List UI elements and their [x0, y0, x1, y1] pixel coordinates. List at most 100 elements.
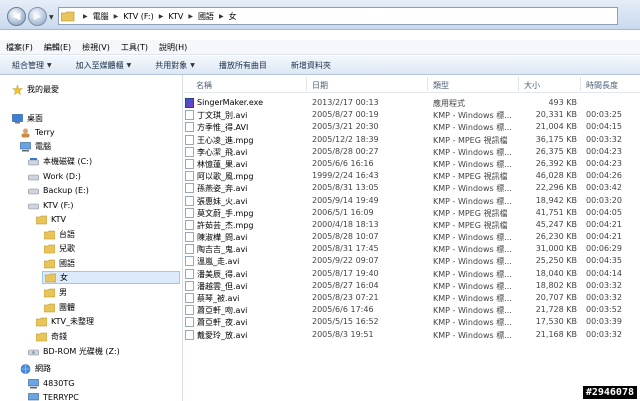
file-row[interactable]: 莫文蔚_手.mpg 2006/5/1 16:09 KMP - MPEG 視訊檔 41,… [184, 207, 640, 219]
file-row[interactable]: 陳淑樺_問.avi 2005/8/28 10:07 KMP - Windows 標.… [184, 231, 640, 243]
video-file-icon [185, 317, 194, 328]
file-row[interactable]: 林憶蓮_果.avi 2005/6/6 16:16 KMP - Windows 標..… [184, 158, 640, 170]
file-row[interactable]: 戴愛玲_放.avi 2005/8/3 19:51 KMP - Windows 標..… [184, 329, 640, 341]
file-date: 2005/8/3 19:51 [312, 329, 374, 339]
file-type: KMP - Windows 標... [433, 257, 512, 267]
file-row[interactable]: 丁文琪_別.avi 2005/8/27 00:19 KMP - Windows 標.… [184, 109, 640, 121]
file-length: 00:04:05 [586, 207, 622, 217]
nav-folder-female[interactable]: 女 [42, 271, 180, 284]
column-header-row: 名稱 日期 類型 大小 時間長度 [184, 75, 640, 93]
forward-button[interactable]: ▶ [28, 7, 47, 26]
column-header-size[interactable]: 大小 [524, 80, 540, 91]
chevron-down-icon: ▼ [190, 61, 195, 69]
file-name: 蔡琴_被.avi [197, 294, 240, 303]
file-row[interactable]: 蕭亞軒_吻.avi 2005/6/6 17:46 KMP - Windows 標..… [184, 304, 640, 316]
nav-folder-guoyu[interactable]: 國語 [44, 257, 75, 270]
nav-folder-erge[interactable]: 兒歌 [44, 242, 75, 255]
file-length: 00:03:25 [586, 110, 622, 120]
file-type: KMP - Windows 標... [433, 111, 512, 121]
column-header-type[interactable]: 類型 [433, 80, 449, 91]
new-folder-button[interactable]: 新增資料夾 [291, 60, 331, 71]
file-date: 2005/8/23 07:21 [312, 293, 379, 302]
file-row[interactable]: 張惠妹_火.avi 2005/9/14 19:49 KMP - Windows 標.… [184, 195, 640, 207]
file-row[interactable]: 許茹芸_杰.mpg 2000/4/18 18:13 KMP - MPEG 視訊檔 45… [184, 219, 640, 231]
video-file-icon [185, 207, 194, 218]
nav-computer[interactable]: 電腦 [20, 140, 51, 153]
file-row[interactable]: 潘越雲_但.avi 2005/8/27 16:04 KMP - Windows 標.… [184, 280, 640, 292]
file-length: 00:04:35 [586, 256, 622, 266]
file-row[interactable]: 王心凌_進.mpg 2005/12/2 18:39 KMP - MPEG 視訊檔 36… [184, 134, 640, 146]
add-to-library-button[interactable]: 加入至媒體櫃 ▼ [76, 60, 132, 71]
back-button[interactable]: ◀ [7, 7, 26, 26]
navigation-pane[interactable]: 我的最愛 桌面 Terry 電腦 本機磁碟 (C:) Work (D:) Bac… [0, 75, 183, 401]
column-header-date[interactable]: 日期 [312, 80, 328, 91]
nav-drive-bdrom[interactable]: BD-ROM 光碟機 (Z:) [28, 345, 120, 358]
file-size: 18,040 KB [535, 268, 577, 278]
file-row[interactable]: 陶吉吉_鬼.avi 2005/8/31 17:45 KMP - Windows 標.… [184, 243, 640, 255]
drive-icon [28, 174, 39, 180]
menu-help[interactable]: 說明(H) [159, 42, 187, 53]
organize-button[interactable]: 組合管理 ▼ [12, 60, 52, 71]
nav-folder-taiyu[interactable]: 台語 [44, 228, 75, 241]
breadcrumb[interactable]: ▶ 電腦 ▶ KTV (F:) ▶ KTV ▶ 國語 ▶ 女 [58, 7, 618, 25]
folder-icon [61, 11, 75, 21]
file-size: 26,230 KB [535, 232, 577, 242]
file-row[interactable]: 蔡琴_被.avi 2005/8/23 07:21 KMP - Windows 標..… [184, 292, 640, 304]
folder-icon [45, 273, 56, 282]
nav-folder-other[interactable]: 奇錢 [36, 330, 67, 343]
video-file-icon [185, 195, 194, 206]
file-size: 25,250 KB [535, 256, 577, 266]
breadcrumb-arrow-root[interactable]: ▶ [78, 13, 93, 20]
breadcrumb-item-female[interactable]: 女 [229, 11, 237, 22]
column-header-length[interactable]: 時間長度 [586, 80, 618, 91]
file-row[interactable]: 潘美辰_得.avi 2005/8/17 19:40 KMP - Windows 標.… [184, 268, 640, 280]
video-file-icon [185, 171, 194, 182]
nav-desktop[interactable]: 桌面 [12, 112, 43, 125]
file-size: 17,530 KB [535, 317, 577, 327]
file-date: 2005/9/22 09:07 [312, 256, 379, 266]
nav-host-4830tg[interactable]: 4830TG [28, 377, 74, 390]
file-type: KMP - Windows 標... [433, 306, 512, 316]
file-row[interactable]: SingerMaker.exe 2013/2/17 00:13 應用程式 493 KB [184, 97, 640, 109]
breadcrumb-item-drive[interactable]: KTV (F:) ▶ [123, 12, 168, 21]
recent-pages-chevron-icon[interactable]: ▼ [49, 14, 54, 21]
share-with-button[interactable]: 共用對象 ▼ [155, 60, 195, 71]
nav-drive-f[interactable]: KTV (F:) [28, 199, 73, 212]
nav-folder-ktv[interactable]: KTV [36, 213, 66, 226]
menu-tools[interactable]: 工具(T) [121, 42, 148, 53]
menu-file[interactable]: 檔案(F) [6, 42, 33, 53]
nav-user-terry[interactable]: Terry [20, 126, 55, 139]
nav-host-terrypc[interactable]: TERRYPC [28, 391, 79, 401]
menu-edit[interactable]: 編輯(E) [44, 42, 71, 53]
file-length: 00:03:32 [586, 134, 622, 144]
file-size: 21,728 KB [535, 305, 577, 315]
nav-folder-male[interactable]: 男 [44, 286, 67, 299]
breadcrumb-item-ktv[interactable]: KTV ▶ [168, 12, 198, 21]
file-row[interactable]: 蕭亞軒_夜.avi 2005/5/15 16:52 KMP - Windows 標.… [184, 316, 640, 328]
play-all-button[interactable]: 播放所有曲目 [219, 60, 267, 71]
nav-favorites[interactable]: 我的最愛 [12, 83, 59, 96]
breadcrumb-item-computer[interactable]: 電腦 ▶ [93, 11, 124, 22]
file-row[interactable]: 方季惟_得.AVI 2005/3/21 20:30 KMP - Windows 標.… [184, 121, 640, 133]
file-size: 31,000 KB [535, 244, 577, 254]
file-row[interactable]: 溫嵐_走.avi 2005/9/22 09:07 KMP - Windows 標..… [184, 255, 640, 267]
file-date: 2006/5/1 16:09 [312, 207, 374, 217]
breadcrumb-item-guoyu[interactable]: 國語 ▶ [198, 11, 229, 22]
file-row[interactable]: 孫燕姿_奔.avi 2005/8/31 13:05 KMP - Windows 標.… [184, 182, 640, 194]
nav-network[interactable]: 網路 [20, 362, 51, 375]
nav-drive-d[interactable]: Work (D:) [28, 170, 81, 183]
nav-drive-c[interactable]: 本機磁碟 (C:) [28, 155, 92, 168]
file-size: 46,028 KB [535, 171, 577, 181]
file-date: 2013/2/17 00:13 [312, 98, 379, 107]
file-row[interactable]: 阿以歌_風.mpg 1999/2/24 16:43 KMP - MPEG 視訊檔 46… [184, 170, 640, 182]
menu-view[interactable]: 檢視(V) [82, 42, 110, 53]
video-file-icon [185, 293, 194, 303]
file-name: 方季惟_得.AVI [197, 123, 249, 133]
desktop-icon [12, 113, 23, 123]
nav-folder-ktv-unsorted[interactable]: KTV_未整理 [36, 315, 94, 328]
file-date: 1999/2/24 16:43 [312, 171, 379, 181]
column-header-name[interactable]: 名稱 [196, 80, 212, 91]
file-row[interactable]: 李心潔_飛.avi 2005/8/28 00:27 KMP - Windows 標.… [184, 146, 640, 158]
nav-folder-group[interactable]: 團體 [44, 301, 75, 314]
nav-drive-e[interactable]: Backup (E:) [28, 184, 89, 197]
